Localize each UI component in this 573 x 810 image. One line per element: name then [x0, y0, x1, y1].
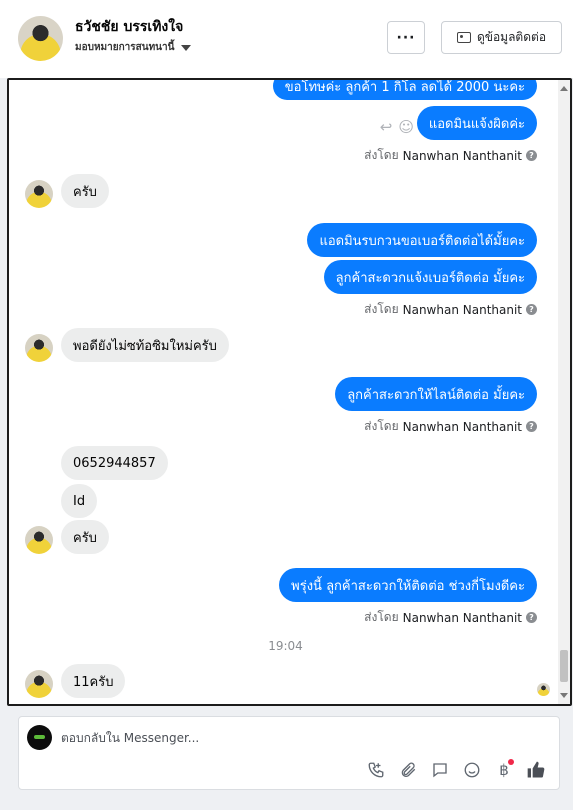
- emoji-react-icon[interactable]: ☺: [398, 118, 414, 136]
- message-bubble-outgoing: แอดมินรบกวนขอเบอร์ติดต่อได้มั้ยคะ: [307, 223, 537, 257]
- message-thread[interactable]: ขอโทษค่ะ ลูกค้า 1 กิโล ลดได้ 2000 นะคะ แ…: [7, 78, 572, 706]
- message-bubble-outgoing: ลูกค้าสะดวกให้ไลน์ติดต่อ มั้ยคะ: [335, 377, 537, 411]
- sent-by-label: ส่งโดย Nanwhan Nanthanit ?: [364, 608, 537, 627]
- scrollbar-thumb[interactable]: [560, 650, 568, 682]
- attach-icon[interactable]: [397, 759, 419, 781]
- message-bubble-incoming: Id: [61, 484, 98, 518]
- contact-avatar-small: [25, 334, 53, 362]
- help-icon[interactable]: ?: [526, 304, 537, 315]
- message-actions: ↩ ☺: [380, 118, 414, 136]
- caret-down-icon: [181, 44, 192, 51]
- sender-name: Nanwhan Nanthanit: [402, 610, 522, 625]
- timestamp-separator: 19:04: [268, 639, 303, 653]
- read-receipt-avatar: [537, 683, 550, 696]
- baht-icon[interactable]: ฿: [493, 759, 515, 781]
- message-bubble-incoming: 11ครับ: [61, 664, 126, 698]
- sender-name: Nanwhan Nanthanit: [402, 419, 522, 434]
- message-bubble-outgoing: ลูกค้าสะดวกแจ้งเบอร์ติดต่อ มั้ยคะ: [323, 260, 537, 294]
- contact-avatar[interactable]: [18, 16, 63, 61]
- view-contact-info-label: ดูข้อมูลติดต่อ: [476, 30, 547, 44]
- saved-reply-icon[interactable]: [429, 759, 451, 781]
- more-icon: ···: [396, 29, 416, 46]
- conversation-header: ธวัชชัย บรรเทิงใจ มอบหมายการสนทนานี้ ···…: [0, 0, 573, 78]
- message-bubble-incoming: 0652944857: [61, 446, 168, 480]
- message-bubble-incoming: ครับ: [61, 520, 109, 554]
- call-icon[interactable]: [365, 759, 387, 781]
- sent-by-label: ส่งโดย Nanwhan Nanthanit ?: [364, 417, 537, 436]
- reply-input[interactable]: [61, 731, 541, 745]
- assign-conversation-label: มอบหมายการสนทนานี้: [75, 42, 175, 53]
- help-icon[interactable]: ?: [526, 612, 537, 623]
- scroll-down-arrow-icon[interactable]: [560, 693, 568, 698]
- view-contact-info-button[interactable]: ดูข้อมูลติดต่อ: [441, 21, 562, 54]
- message-bubble-incoming: พอดียังไม่ซท้อซิมใหม่ครับ: [61, 328, 229, 362]
- help-icon[interactable]: ?: [526, 421, 537, 432]
- contact-card-icon: [456, 32, 471, 43]
- assign-conversation-dropdown[interactable]: มอบหมายการสนทนานี้: [75, 40, 192, 55]
- notification-dot: [508, 759, 514, 765]
- help-icon[interactable]: ?: [526, 150, 537, 161]
- emoji-icon[interactable]: [461, 759, 483, 781]
- more-options-button[interactable]: ···: [387, 21, 425, 54]
- message-bubble-incoming: ครับ: [61, 174, 109, 208]
- sender-name: Nanwhan Nanthanit: [402, 148, 522, 163]
- contact-avatar-small: [25, 180, 53, 208]
- like-icon[interactable]: [525, 759, 547, 781]
- sent-by-prefix: ส่งโดย: [364, 419, 399, 433]
- contact-avatar-small: [25, 526, 53, 554]
- sent-by-prefix: ส่งโดย: [364, 302, 399, 316]
- contact-name[interactable]: ธวัชชัย บรรเทิงใจ: [75, 16, 183, 38]
- sent-by-prefix: ส่งโดย: [364, 148, 399, 162]
- sender-name: Nanwhan Nanthanit: [402, 302, 522, 317]
- composer-toolbar: ฿: [365, 759, 547, 781]
- message-bubble-outgoing: พรุ่งนี้ ลูกค้าสะดวกให้ติดต่อ ช่วงกี่โมง…: [279, 568, 537, 602]
- sent-by-label: ส่งโดย Nanwhan Nanthanit ?: [364, 300, 537, 319]
- thread-scrollbar[interactable]: [558, 80, 570, 704]
- sent-by-prefix: ส่งโดย: [364, 610, 399, 624]
- message-bubble-outgoing: แอดมินแจ้งผิดค่ะ: [416, 106, 537, 140]
- page-avatar: [27, 725, 52, 750]
- reply-icon[interactable]: ↩: [380, 118, 393, 136]
- contact-avatar-small: [25, 670, 53, 698]
- reply-composer: ฿: [18, 716, 560, 790]
- scroll-up-arrow-icon[interactable]: [560, 86, 568, 91]
- message-bubble-outgoing: ขอโทษค่ะ ลูกค้า 1 กิโล ลดได้ 2000 นะคะ: [272, 80, 537, 100]
- sent-by-label: ส่งโดย Nanwhan Nanthanit ?: [364, 146, 537, 165]
